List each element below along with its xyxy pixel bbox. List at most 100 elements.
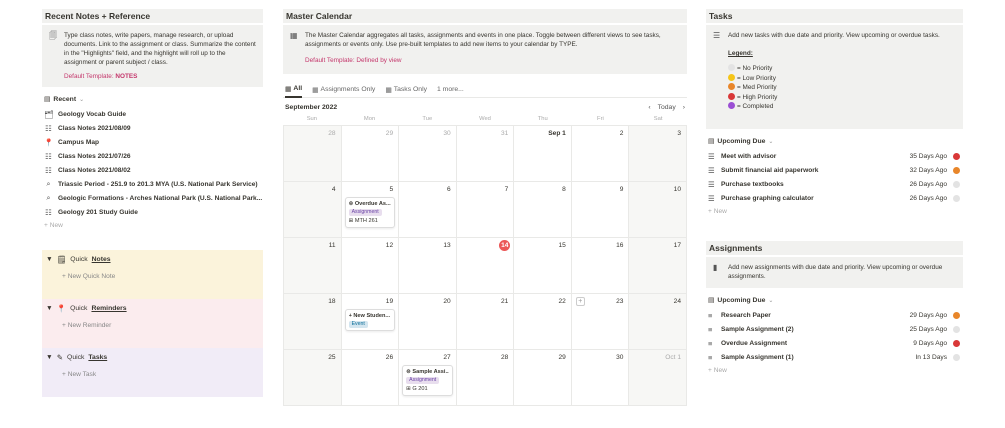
calendar-day[interactable]: 28	[456, 350, 515, 406]
tab-tasks-only[interactable]: ▦ Tasks Only	[385, 82, 427, 98]
callout-text: Type class notes, write papers, manage r…	[64, 32, 256, 66]
day-number: 5	[389, 186, 394, 193]
event-card[interactable]: ⊜ Sample Assi... Assignment ⊞ G 201	[402, 365, 453, 396]
calendar-icon: ▦	[290, 31, 298, 40]
quick-tasks-toggle[interactable]: ▼ ✎ Quick Tasks	[46, 351, 259, 363]
calendar-day[interactable]: Oct 1	[629, 350, 687, 406]
table-row[interactable]: ☰ Submit financial aid paperwork 32 Days A…	[706, 163, 963, 177]
notes-callout: 🗐 Type class notes, write papers, manage…	[42, 25, 263, 87]
calendar-day[interactable]: 20	[399, 294, 457, 350]
quick-notes-toggle[interactable]: ▼ 🗒 Quick Notes	[46, 253, 259, 265]
weekday-label: Thu	[537, 116, 548, 122]
list-item[interactable]: ⌕ Geologic Formations - Arches National P…	[42, 191, 263, 205]
calendar-day[interactable]: 2	[571, 126, 630, 182]
calendar-day[interactable]: 7	[456, 182, 515, 238]
calendar-day[interactable]: 5 ⊜ Overdue As... Assignment ⊞ MTH 261	[341, 182, 400, 238]
assignments-view-selector[interactable]: ▤ Upcoming Due ⌄	[708, 296, 963, 305]
template-text[interactable]: Default Template: Defined by view	[305, 56, 680, 65]
list-item[interactable]: 🗂 Geology Vocab Guide	[42, 107, 263, 121]
weekday-label: Sun	[306, 116, 318, 122]
day-number: 13	[443, 242, 451, 249]
calendar-day[interactable]: 23 +	[571, 294, 630, 350]
new-quick-item-button[interactable]: + New Task	[62, 371, 259, 378]
calendar-day[interactable]: 27 ⊜ Sample Assi... Assignment ⊞ G 201	[399, 350, 457, 406]
event-card[interactable]: + New Studen... Event	[344, 309, 396, 331]
calendar-day[interactable]: 17	[629, 238, 687, 294]
calendar-day[interactable]: 10	[629, 182, 687, 238]
calendar-day[interactable]: 30	[571, 350, 630, 406]
row-due: 25 Days Ago	[909, 325, 947, 333]
calendar-grid: 28 29 30 31 Sep 1 2 3 4 5 ⊜ Overdue As... Assignme…	[283, 125, 687, 406]
list-item[interactable]: ☷ Geology 201 Study Guide	[42, 205, 263, 219]
new-quick-item-button[interactable]: + New Reminder	[62, 322, 259, 329]
table-row[interactable]: ≡ Overdue Assignment 9 Days Ago	[706, 336, 963, 350]
calendar-day[interactable]: 19 + New Studen... Event	[341, 294, 400, 350]
calendar-day[interactable]: 9	[571, 182, 630, 238]
calendar-day[interactable]: 21	[456, 294, 515, 350]
calendar-day[interactable]: 30	[399, 126, 457, 182]
list-item[interactable]: ☷ Class Notes 2021/07/26	[42, 149, 263, 163]
prev-month-icon[interactable]: ‹	[648, 104, 650, 111]
table-row[interactable]: ≡ Sample Assignment (2) 25 Days Ago	[706, 322, 963, 336]
table-row[interactable]: ≡ Research Paper 29 Days Ago	[706, 308, 963, 322]
stack-icon: ≡	[708, 310, 713, 320]
day-number: 10	[673, 186, 681, 193]
weekday-label: Fri	[597, 116, 604, 122]
list-item[interactable]: ⌕ Triassic Period - 251.9 to 201.3 MYA (U…	[42, 177, 263, 191]
row-name: Submit financial aid paperwork	[721, 166, 819, 174]
calendar-day[interactable]: 28	[284, 126, 342, 182]
list-item-label: Class Notes 2021/07/26	[58, 152, 131, 160]
calendar-day[interactable]: 31	[456, 126, 515, 182]
add-event-icon[interactable]: +	[575, 297, 585, 306]
calendar-day[interactable]: 13	[399, 238, 457, 294]
tasks-view-selector[interactable]: ▤ Upcoming Due ⌄	[708, 137, 963, 146]
calendar-day[interactable]: 6	[399, 182, 457, 238]
tab-all[interactable]: ▦ All	[285, 82, 303, 98]
calendar-day[interactable]: 29	[341, 126, 400, 182]
new-quick-item-button[interactable]: + New Quick Note	[62, 273, 259, 280]
calendar-day[interactable]: 3	[629, 126, 687, 182]
priority-high-dot	[953, 152, 960, 160]
calendar-day[interactable]: 29	[514, 350, 572, 406]
calendar-day[interactable]: 25	[284, 350, 342, 406]
new-task-button[interactable]: + New	[706, 205, 963, 218]
event-type-tag: Assignment	[406, 377, 440, 384]
calendar-day[interactable]: 26	[341, 350, 400, 406]
row-name: Meet with advisor	[721, 152, 777, 160]
calendar-day[interactable]: 24	[629, 294, 687, 350]
calendar-day[interactable]: Sep 1	[514, 126, 572, 182]
calendar-icon: ▦	[385, 86, 392, 94]
table-row[interactable]: ☰ Meet with advisor 35 Days Ago	[706, 149, 963, 163]
list-item-label: Geology 201 Study Guide	[58, 208, 138, 216]
today-button[interactable]: Today	[658, 104, 676, 111]
calendar-day[interactable]: 15	[514, 238, 572, 294]
tab-assignments-only[interactable]: ▦ Assignments Only	[312, 82, 375, 98]
calendar-day[interactable]: 11	[284, 238, 342, 294]
template-value[interactable]: NOTES	[115, 73, 137, 80]
calendar-day[interactable]: 14	[456, 238, 515, 294]
quick-reminders-toggle[interactable]: ▼ 📍 Quick Reminders	[46, 302, 259, 314]
table-row[interactable]: ☰ Purchase graphing calculator 26 Days Ago	[706, 191, 963, 205]
calendar-day[interactable]: 18	[284, 294, 342, 350]
table-row[interactable]: ☰ Purchase textbooks 26 Days Ago	[706, 177, 963, 191]
calendar-day[interactable]: 4	[284, 182, 342, 238]
calendar-day[interactable]: 22	[514, 294, 572, 350]
list-item[interactable]: 📍 Campus Map	[42, 135, 263, 149]
tab-more[interactable]: 1 more...	[437, 82, 464, 98]
calendar-day[interactable]: 12	[341, 238, 400, 294]
view-selector[interactable]: ▤ Recent ⌄	[44, 95, 263, 104]
list-item[interactable]: ☷ Class Notes 2021/08/02	[42, 163, 263, 177]
day-number: 27	[443, 354, 451, 361]
new-note-button[interactable]: + New	[42, 219, 263, 232]
list-item[interactable]: ☷ Class Notes 2021/08/09	[42, 121, 263, 135]
tasks-section: Tasks ☰ Add new tasks with due date and …	[706, 9, 963, 377]
calendar-day[interactable]: 16	[571, 238, 630, 294]
new-assignment-button[interactable]: + New	[706, 364, 963, 377]
event-card[interactable]: ⊜ Overdue As... Assignment ⊞ MTH 261	[344, 197, 396, 228]
day-number: 4	[331, 186, 336, 193]
priority-none-dot	[953, 325, 960, 333]
notes-list: 🗂 Geology Vocab Guide ☷ Class Notes 2021/08…	[42, 107, 263, 219]
calendar-day[interactable]: 8	[514, 182, 572, 238]
table-row[interactable]: ≡ Sample Assignment (1) In 13 Days	[706, 350, 963, 364]
next-month-icon[interactable]: ›	[683, 104, 685, 111]
